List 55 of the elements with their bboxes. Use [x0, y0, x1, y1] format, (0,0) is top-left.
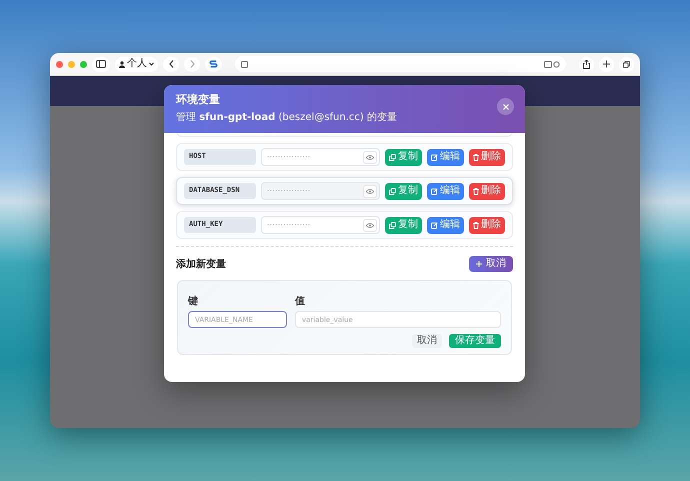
delete-button[interactable]: 删除 — [469, 216, 505, 234]
share-button[interactable] — [579, 56, 594, 72]
trash-icon — [473, 188, 479, 194]
page-settings-icon[interactable] — [241, 60, 248, 68]
cancel-button[interactable]: 取消 — [412, 334, 442, 348]
delete-button[interactable]: 删除 — [469, 182, 505, 200]
section-title: 添加新变量 — [176, 257, 226, 272]
person-icon — [119, 60, 125, 68]
pencil-icon — [431, 188, 438, 194]
copy-button[interactable]: 复制 — [385, 148, 422, 166]
tab-overview-button[interactable] — [619, 56, 634, 72]
tabs-icon — [623, 60, 630, 68]
close-button[interactable] — [497, 98, 514, 115]
show-value-button[interactable] — [363, 218, 377, 232]
key-label: 键 — [188, 296, 198, 308]
new-tab-button[interactable] — [599, 56, 614, 72]
sidebar-button[interactable] — [92, 56, 110, 72]
s-logo-icon — [209, 59, 218, 69]
pencil-icon — [431, 154, 438, 160]
close-window-button[interactable] — [56, 60, 63, 68]
chevron-right-icon — [190, 60, 194, 68]
eye-icon — [366, 188, 374, 194]
trash-icon — [473, 222, 479, 228]
eye-icon — [366, 154, 374, 160]
value-label: 值 — [295, 296, 305, 308]
edit-button[interactable]: 编辑 — [427, 182, 464, 200]
edit-button[interactable]: 编辑 — [427, 216, 464, 234]
copy-icon — [389, 154, 396, 160]
back-button[interactable] — [163, 56, 179, 72]
translate-reload-icon[interactable] — [544, 60, 560, 68]
show-value-button[interactable] — [363, 150, 377, 164]
profile-button[interactable]: 个人 — [115, 56, 158, 72]
chevron-left-icon — [168, 60, 174, 68]
modal-subtitle: 管理 sfun-gpt-load (beszel@sfun.cc) 的变量 — [176, 112, 397, 124]
extension-button[interactable] — [205, 56, 222, 72]
save-button[interactable]: 保存变量 — [449, 334, 501, 348]
delete-button[interactable]: 删除 — [469, 148, 505, 166]
share-icon — [583, 60, 590, 68]
pencil-icon — [431, 222, 438, 228]
close-icon — [502, 104, 508, 110]
edit-button[interactable]: 编辑 — [427, 148, 464, 166]
cancel-add-button[interactable]: 取消 — [469, 256, 513, 272]
forward-button[interactable] — [184, 56, 200, 72]
sidebar-icon — [96, 60, 106, 68]
copy-icon — [389, 188, 396, 194]
trash-icon — [473, 154, 479, 160]
chevron-down-icon — [149, 62, 154, 66]
copy-icon — [389, 222, 396, 228]
copy-button[interactable]: 复制 — [385, 182, 422, 200]
plus-icon — [476, 261, 482, 267]
eye-icon — [366, 222, 374, 228]
plus-icon — [603, 60, 610, 68]
show-value-button[interactable] — [363, 184, 377, 198]
copy-button[interactable]: 复制 — [385, 216, 422, 234]
modal-title: 环境变量 — [176, 93, 220, 106]
